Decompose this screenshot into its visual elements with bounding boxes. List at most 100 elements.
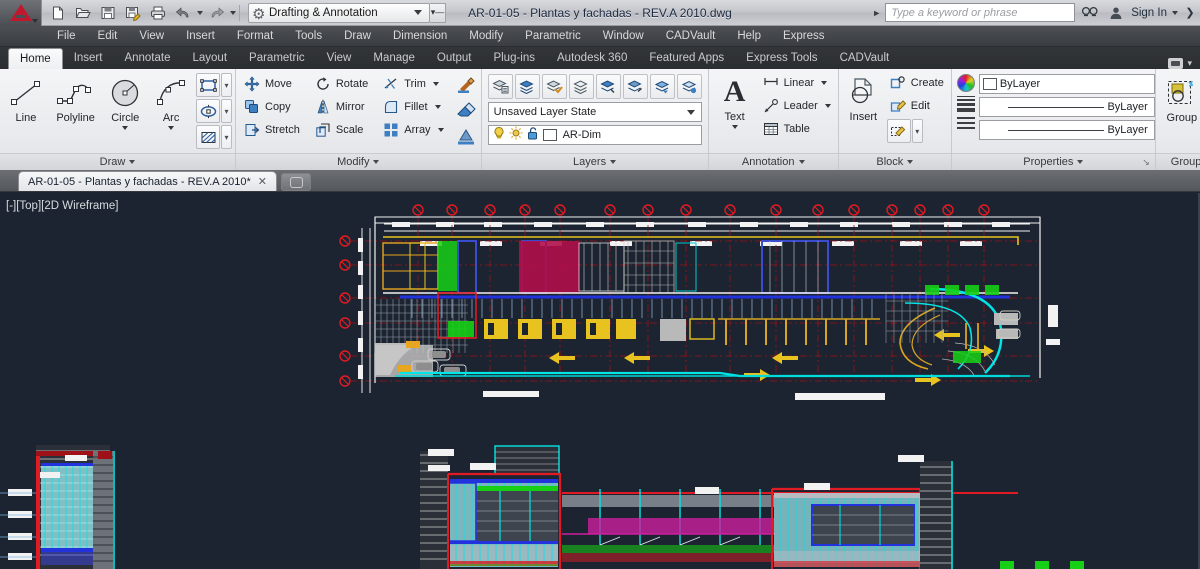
layer-state-combo[interactable]: Unsaved Layer State [488,102,702,122]
chevron-down-icon[interactable] [438,128,444,132]
open-file-button[interactable] [71,2,95,24]
chevron-down-icon[interactable] [907,160,913,164]
layer-make-current-icon[interactable] [650,74,675,99]
rectangle-icon[interactable] [196,73,220,97]
drawing-canvas[interactable]: [-][Top][2D Wireframe] [0,193,1200,569]
tab-insert[interactable]: Insert [63,48,114,69]
ellipse-button-row[interactable]: ▾ [196,99,232,123]
table-button[interactable]: Table [758,118,835,140]
undo-button[interactable] [171,2,195,24]
sign-in-label[interactable]: Sign In [1131,7,1167,19]
ribbon-minimize-icon[interactable] [1168,58,1183,69]
redo-button[interactable] [204,2,228,24]
chevron-down-icon[interactable] [373,160,379,164]
quick-access-customize-button[interactable]: ▾— [430,3,446,23]
menu-format[interactable]: Format [226,26,284,47]
tab-layout[interactable]: Layout [182,48,239,69]
layer-freeze-icon[interactable] [569,74,594,99]
lineweight-combo[interactable]: ByLayer [979,97,1155,117]
sign-in-caret-icon[interactable] [1172,11,1178,15]
text-button[interactable]: A Text [712,72,758,129]
panel-title-modify[interactable]: Modify [236,153,481,170]
search-input[interactable]: Type a keyword or phrase [885,3,1075,22]
arc-button[interactable]: Arc [148,73,194,130]
plot-button[interactable] [146,2,170,24]
tab-manage[interactable]: Manage [362,48,426,69]
chevron-down-icon[interactable] [414,10,422,15]
color-swatch[interactable] [543,129,557,141]
copy-button[interactable]: Copy [239,96,304,118]
panel-title-annotation[interactable]: Annotation [709,153,838,170]
array-button[interactable]: Array [378,119,447,141]
edit-attribute-icon[interactable] [887,119,911,143]
undo-dropdown-caret[interactable] [197,11,203,15]
explode-icon[interactable] [454,125,478,149]
chevron-down-icon[interactable]: ▾ [1187,58,1192,69]
tab-featured-apps[interactable]: Featured Apps [638,48,735,69]
infocenter-expand-icon[interactable]: ► [872,8,881,18]
polyline-button[interactable]: Polyline [49,73,102,124]
unlock-icon[interactable] [526,126,540,145]
tab-home[interactable]: Home [8,48,63,69]
edit-attribute-row[interactable]: ▾ [887,119,948,143]
ribbon-display-options[interactable]: ▾ [1168,58,1200,69]
tab-plug-ins[interactable]: Plug-ins [482,48,546,69]
panel-title-draw[interactable]: Draw [0,153,235,170]
rectangle-dropdown[interactable]: ▾ [221,73,232,97]
chevron-down-icon[interactable] [687,110,695,115]
panel-title-groups[interactable]: Groups [1156,153,1200,170]
workspace-selector[interactable]: Drafting & Annotation [248,3,430,23]
tab-output[interactable]: Output [426,48,483,69]
color-wheel-icon[interactable] [957,74,975,92]
lightbulb-icon[interactable] [492,126,506,145]
chevron-down-icon[interactable] [433,82,439,86]
chevron-down-icon[interactable] [168,126,174,130]
layer-unisolate-icon[interactable] [542,74,567,99]
user-avatar-icon[interactable] [1105,3,1127,23]
save-as-button[interactable] [121,2,145,24]
menu-modify[interactable]: Modify [458,26,514,47]
menu-draw[interactable]: Draw [333,26,382,47]
circle-button[interactable]: Circle [102,73,148,130]
hatch-dropdown[interactable]: ▾ [221,125,232,149]
hatch-button-row[interactable]: ▾ [196,125,232,149]
redo-dropdown-caret[interactable] [230,11,236,15]
edit-block-button[interactable]: Edit [885,95,948,117]
group-button[interactable]: Group [1159,73,1200,124]
leader-button[interactable]: Leader [758,95,835,117]
tab-annotate[interactable]: Annotate [113,48,181,69]
search-icon[interactable] [1079,3,1101,23]
current-layer-combo[interactable]: AR-Dim [488,125,702,145]
menu-help[interactable]: Help [726,26,772,47]
layer-lock-icon[interactable] [623,74,648,99]
rotate-button[interactable]: Rotate [310,73,372,95]
menu-dimension[interactable]: Dimension [382,26,458,47]
mirror-button[interactable]: Mirror [310,96,372,118]
line-button[interactable]: Line [3,73,49,124]
sun-icon[interactable] [509,126,523,145]
menu-window[interactable]: Window [592,26,655,47]
chevron-down-icon[interactable] [435,105,441,109]
ellipse-icon[interactable] [196,99,220,123]
menu-parametric[interactable]: Parametric [514,26,592,47]
application-menu-button[interactable] [0,0,42,26]
tab-autodesk-360[interactable]: Autodesk 360 [546,48,638,69]
menu-tools[interactable]: Tools [284,26,333,47]
insert-block-button[interactable]: Insert [842,72,885,123]
menu-file[interactable]: File [46,26,87,47]
menu-insert[interactable]: Insert [175,26,226,47]
menu-cadvault[interactable]: CADVault [655,26,727,47]
fillet-button[interactable]: Fillet [378,96,447,118]
chevron-down-icon[interactable] [821,81,827,85]
linear-dimension-button[interactable]: Linear [758,72,835,94]
document-tab-active[interactable]: AR-01-05 - Plantas y fachadas - REV.A 20… [18,171,277,191]
new-tab-icon[interactable] [281,173,311,191]
chevron-down-icon[interactable] [129,160,135,164]
chevron-down-icon[interactable] [1077,160,1083,164]
tab-view[interactable]: View [316,48,363,69]
hatch-icon[interactable] [196,125,220,149]
chevron-down-icon[interactable] [732,125,738,129]
chevron-down-icon[interactable] [122,126,128,130]
save-button[interactable] [96,2,120,24]
rectangle-button-row[interactable]: ▾ [196,73,232,97]
